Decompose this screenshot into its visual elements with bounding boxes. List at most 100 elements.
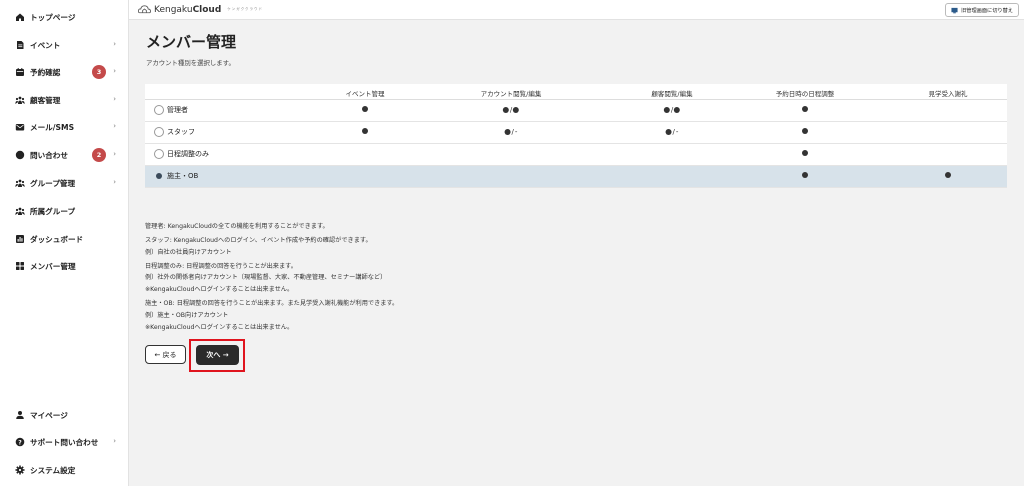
switch-old-admin-label: 旧管理画面に切り替え: [961, 7, 1013, 14]
group-icon: [15, 206, 25, 216]
permission-separator: /: [511, 128, 514, 136]
sidebar-item-label: マイページ: [30, 410, 68, 420]
notification-badge: 2: [92, 148, 106, 162]
description-line: スタッフ: KengakuCloudへのログイン、イベント作成や予約の確認ができ…: [145, 237, 372, 244]
permission-dot: [802, 106, 808, 112]
column-header: 顧客閲覧/編集: [651, 90, 693, 98]
permission-cell: /: [663, 106, 681, 114]
table-header: イベント管理 アカウント閲覧/編集 顧客閲覧/編集 予約日時の日程調整 見学受入謝礼: [145, 84, 1007, 100]
radio-button[interactable]: [154, 149, 164, 159]
permission-dot: [513, 107, 520, 113]
chevron-right-icon: ›: [113, 40, 116, 48]
description-line: 例）施主・OB向けアカウント: [145, 312, 229, 319]
kengaku-cloud-logo[interactable]: KengakuCloud ケンガククラウド: [138, 4, 263, 15]
sidebar-item-6[interactable]: グループ管理 ›: [0, 175, 128, 191]
logo-subtext: ケンガククラウド: [227, 7, 264, 11]
sidebar-item-9[interactable]: メンバー管理: [0, 258, 128, 274]
permission-dot: [663, 107, 670, 113]
chat-icon: [15, 150, 25, 160]
permission-cell: / -: [504, 128, 518, 136]
mail-icon: [15, 122, 25, 132]
permission-dot: [674, 107, 681, 113]
account-type-row[interactable]: スタッフ / - / -: [145, 122, 1007, 144]
account-type-label: 施主・OB: [167, 172, 199, 180]
sidebar-item-label: トップページ: [30, 12, 76, 22]
chevron-right-icon: ›: [113, 178, 116, 186]
sidebar-item-7[interactable]: 所属グループ: [0, 203, 128, 219]
account-type-label: 日程調整のみ: [167, 150, 209, 158]
sidebar-item-label: システム設定: [30, 465, 76, 475]
radio-button[interactable]: [154, 127, 164, 137]
permission-cell: [802, 172, 808, 178]
permission-cell: [802, 106, 808, 112]
chevron-right-icon: ›: [113, 122, 116, 130]
account-type-table: イベント管理 アカウント閲覧/編集 顧客閲覧/編集 予約日時の日程調整 見学受入謝礼 管…: [145, 84, 1007, 188]
sidebar-item-5[interactable]: 問い合わせ 2 ›: [0, 147, 128, 163]
switch-old-admin-button[interactable]: 旧管理画面に切り替え: [945, 3, 1019, 17]
permission-dot: [665, 129, 672, 135]
sidebar-item-label: 予約確認: [30, 67, 61, 77]
sidebar-item-label: サポート問い合わせ: [30, 437, 99, 447]
sidebar-item-bottom-0[interactable]: マイページ: [0, 407, 128, 423]
permission-cell: [802, 128, 808, 134]
calendar-icon: [15, 67, 25, 77]
next-button[interactable]: 次へ →: [196, 345, 239, 365]
chevron-right-icon: ›: [113, 150, 116, 158]
sidebar-item-0[interactable]: トップページ: [0, 9, 128, 25]
radio-button-checked[interactable]: [154, 171, 164, 181]
page-title: メンバー管理: [146, 33, 237, 51]
person-icon: [15, 410, 25, 420]
sidebar-item-label: メンバー管理: [30, 261, 76, 271]
sidebar-item-bottom-2[interactable]: システム設定: [0, 462, 128, 478]
notification-badge: 3: [92, 65, 106, 79]
description-line: ※KengakuCloudへログインすることは出来ません。: [145, 286, 294, 293]
permission-cell: [362, 106, 368, 112]
sidebar-item-label: 顧客管理: [30, 95, 61, 105]
sidebar-item-bottom-1[interactable]: ? サポート問い合わせ ›: [0, 434, 128, 450]
sidebar-item-label: グループ管理: [30, 178, 76, 188]
permission-separator: /: [672, 128, 675, 136]
permission-cell: / -: [665, 128, 679, 136]
sidebar: トップページ イベント › 予約確認 3 › 顧客管理 › メール/SMS › 問い合わせ 2 › グルー…: [0, 0, 129, 486]
switch-icon: [951, 7, 958, 13]
account-type-row[interactable]: 管理者 / /: [145, 100, 1007, 122]
permission-dot: [504, 129, 511, 135]
account-type-label: スタッフ: [167, 128, 195, 136]
permission-dot: [362, 106, 368, 112]
chevron-right-icon: ›: [113, 437, 116, 445]
column-header: イベント管理: [345, 90, 385, 98]
radio-button[interactable]: [154, 105, 164, 115]
chart-icon: [15, 234, 25, 244]
sidebar-item-8[interactable]: ダッシュボード: [0, 231, 128, 247]
users-icon: [15, 95, 25, 105]
group-icon: [15, 178, 25, 188]
grid-icon: [15, 261, 25, 271]
account-type-label: 管理者: [167, 106, 188, 114]
chevron-right-icon: ›: [113, 95, 116, 103]
column-header: アカウント閲覧/編集: [480, 90, 542, 98]
gear-icon: [15, 465, 25, 475]
description-line: 管理者: KengakuCloudの全ての機能を利用することができます。: [145, 223, 329, 230]
permission-none: -: [514, 128, 518, 136]
top-bar: KengakuCloud ケンガククラウド 旧管理画面に切り替え: [129, 0, 1024, 20]
permission-dot: [802, 172, 808, 178]
account-type-row[interactable]: 日程調整のみ: [145, 144, 1007, 166]
permission-none: -: [675, 128, 679, 136]
back-button[interactable]: ← 戻る: [145, 345, 186, 364]
sidebar-item-2[interactable]: 予約確認 3 ›: [0, 64, 128, 80]
cloud-house-icon: [138, 5, 151, 14]
description-line: ※KengakuCloudへログインすることは出来ません。: [145, 324, 294, 331]
permission-cell: [362, 128, 368, 134]
description-line: 例）自社の社員向けアカウント: [145, 249, 232, 256]
sidebar-item-3[interactable]: 顧客管理 ›: [0, 92, 128, 108]
sidebar-item-1[interactable]: イベント ›: [0, 37, 128, 53]
sidebar-item-4[interactable]: メール/SMS ›: [0, 119, 128, 135]
permission-dot: [802, 150, 808, 156]
permission-dot: [802, 128, 808, 134]
sidebar-item-label: イベント: [30, 40, 61, 50]
description-line: 日程調整のみ: 日程調整の回答を行うことが出来ます。: [145, 263, 297, 270]
document-icon: [15, 40, 25, 50]
account-type-row[interactable]: 施主・OB: [145, 166, 1007, 188]
sidebar-item-label: 所属グループ: [30, 206, 76, 216]
permission-dot: [502, 107, 509, 113]
